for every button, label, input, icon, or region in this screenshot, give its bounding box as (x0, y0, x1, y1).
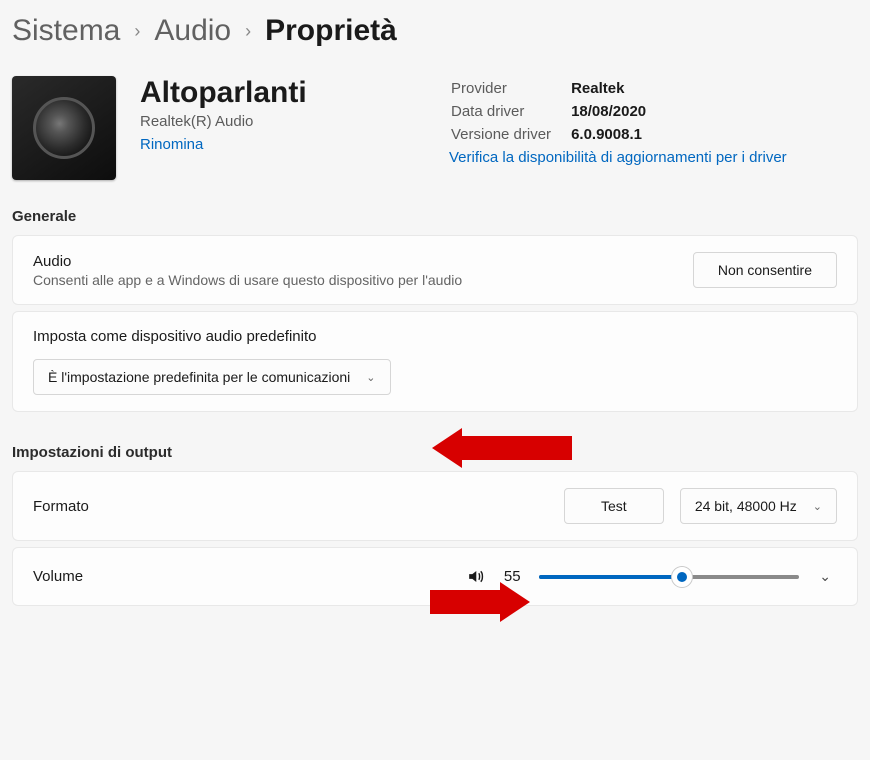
volume-slider[interactable] (539, 569, 799, 585)
driver-date-value: 18/08/2020 (571, 101, 664, 122)
audio-card-subtitle: Consenti alle app e a Windows di usare q… (33, 272, 677, 288)
expand-chevron[interactable]: ⌄ (813, 564, 837, 589)
format-select[interactable]: 24 bit, 48000 Hz ⌄ (680, 488, 837, 524)
test-button[interactable]: Test (564, 488, 664, 524)
driver-info-table: Provider Realtek Data driver 18/08/2020 … (449, 76, 666, 147)
breadcrumb: Sistema › Audio › Proprietà (0, 0, 870, 76)
driver-provider-value: Realtek (571, 78, 664, 99)
device-name: Altoparlanti (140, 76, 307, 109)
volume-value: 55 (499, 568, 525, 585)
default-device-selected: È l'impostazione predefinita per le comu… (48, 369, 350, 385)
format-title: Formato (33, 498, 548, 515)
driver-version-value: 6.0.9008.1 (571, 124, 664, 145)
deny-audio-button[interactable]: Non consentire (693, 252, 837, 288)
default-device-card: Imposta come dispositivo audio predefini… (12, 311, 858, 412)
format-selected: 24 bit, 48000 Hz (695, 498, 797, 514)
check-driver-updates-link[interactable]: Verifica la disponibilità di aggiornamen… (449, 149, 787, 166)
breadcrumb-audio[interactable]: Audio (154, 14, 231, 48)
driver-version-label: Versione driver (451, 124, 569, 145)
volume-icon[interactable] (466, 567, 485, 586)
breadcrumb-sistema[interactable]: Sistema (12, 14, 120, 48)
chevron-right-icon: › (134, 21, 140, 42)
chevron-right-icon: › (245, 21, 251, 42)
driver-provider-label: Provider (451, 78, 569, 99)
volume-title: Volume (33, 568, 450, 585)
driver-date-label: Data driver (451, 101, 569, 122)
format-card: Formato Test 24 bit, 48000 Hz ⌄ (12, 471, 858, 541)
chevron-down-icon: ⌄ (366, 371, 375, 384)
speaker-device-icon (12, 76, 116, 180)
rename-link[interactable]: Rinomina (140, 136, 203, 153)
volume-card: Volume 55 ⌄ (12, 547, 858, 606)
breadcrumb-current: Proprietà (265, 14, 397, 48)
section-title-output: Impostazioni di output (0, 418, 870, 471)
audio-permission-card: Audio Consenti alle app e a Windows di u… (12, 235, 858, 305)
section-title-general: Generale (0, 208, 870, 235)
device-subtitle: Realtek(R) Audio (140, 113, 307, 130)
default-device-title: Imposta come dispositivo audio predefini… (33, 328, 837, 345)
chevron-down-icon: ⌄ (813, 500, 822, 513)
audio-card-title: Audio (33, 253, 677, 270)
default-device-select[interactable]: È l'impostazione predefinita per le comu… (33, 359, 391, 395)
